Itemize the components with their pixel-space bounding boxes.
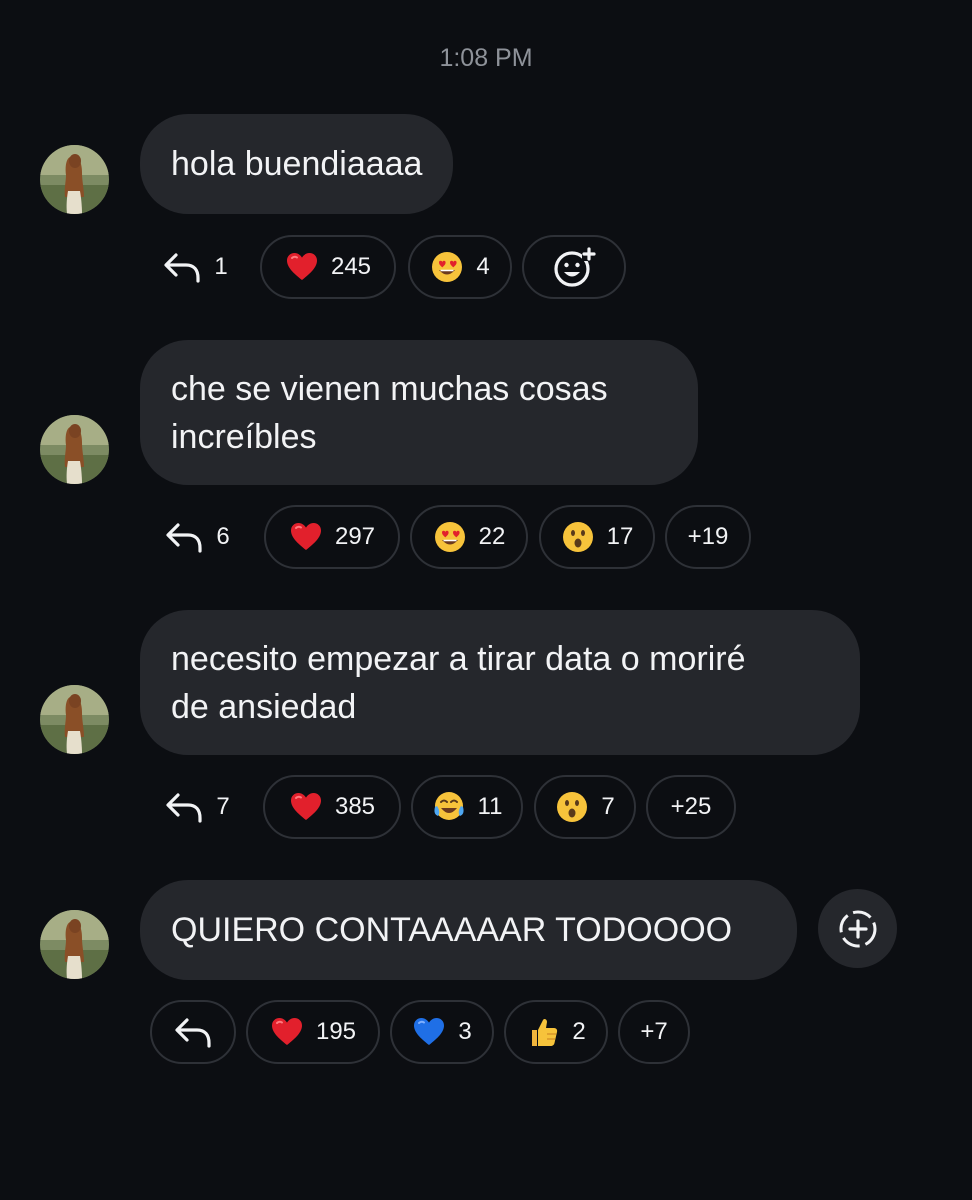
message-bubble[interactable]: hola buendiaaaa [140,114,454,214]
reaction-count: 2 [572,1018,586,1045]
heart-eyes-icon [430,250,464,284]
reply-icon [164,790,204,824]
more-reactions-count: +19 [687,523,729,550]
reply-count: 1 [214,253,228,280]
reaction-count: 297 [334,523,376,550]
reaction-chip[interactable]: 297 [264,505,400,569]
message-text: hola buendiaaaa [171,145,423,183]
reply-button[interactable] [150,1000,236,1064]
reply-count: 7 [216,793,230,820]
reaction-chip[interactable]: 7 [534,775,636,839]
more-reactions-chip[interactable]: +25 [646,775,736,839]
reply-button[interactable]: 6 [160,505,234,569]
red-heart-icon [289,520,323,554]
message-text: QUIERO CONTAAAAAR TODOOOO [171,911,733,949]
reply-button[interactable]: 1 [160,235,230,299]
reaction-count: 195 [315,1018,357,1045]
reply-icon [164,520,204,554]
red-heart-icon [285,250,319,284]
surprised-face-icon [561,520,595,554]
reaction-count: 11 [477,793,503,820]
reaction-count: 7 [601,793,615,820]
message-bubble[interactable]: QUIERO CONTAAAAAR TODOOOO [140,880,797,980]
reaction-count: 4 [476,253,490,280]
reaction-count: 3 [458,1018,472,1045]
thumbs-up-icon [526,1015,560,1049]
reaction-chip[interactable]: 17 [539,505,655,569]
blue-heart-icon [412,1015,446,1049]
add-reaction-circle-icon [836,907,880,951]
avatar[interactable] [40,145,109,214]
reaction-chip[interactable]: 245 [260,235,396,299]
reaction-chip[interactable]: 2 [504,1000,608,1064]
reaction-chip[interactable]: 3 [390,1000,494,1064]
reply-icon [173,1015,213,1049]
surprised-face-icon [555,790,589,824]
reaction-chip[interactable]: 195 [246,1000,380,1064]
reaction-chip[interactable]: 385 [263,775,401,839]
reaction-count: 22 [478,523,506,550]
message-bubble[interactable]: necesito empezar a tirar data o moriré d… [140,610,860,755]
add-reaction-button[interactable] [818,889,897,968]
avatar[interactable] [40,685,109,754]
message-bubble[interactable]: che se vienen muchas cosas increíbles [140,340,698,485]
reaction-chip[interactable]: 22 [410,505,528,569]
reaction-chip[interactable]: 11 [411,775,523,839]
reply-count: 6 [216,523,230,550]
reaction-chip[interactable]: 4 [408,235,512,299]
timestamp: 1:08 PM [439,44,533,72]
reply-icon [162,250,202,284]
reaction-count: 245 [330,253,372,280]
add-reaction-button[interactable] [522,235,626,299]
red-heart-icon [289,790,323,824]
avatar[interactable] [40,415,109,484]
more-reactions-chip[interactable]: +7 [618,1000,690,1064]
message-text: necesito empezar a tirar data o moriré d… [171,639,746,726]
heart-eyes-icon [433,520,467,554]
reply-button[interactable]: 7 [160,775,234,839]
more-reactions-chip[interactable]: +19 [665,505,751,569]
red-heart-icon [270,1015,304,1049]
avatar[interactable] [40,910,109,979]
chat-thread: 1:08 PM hola buendiaaaa 1 245 4 che se v… [0,0,972,1200]
reaction-count: 385 [334,793,376,820]
more-reactions-count: +7 [640,1018,668,1045]
tears-of-joy-icon [432,790,466,824]
message-text: che se vienen muchas cosas increíbles [171,369,608,456]
reaction-count: 17 [606,523,634,550]
more-reactions-count: +25 [670,793,712,820]
add-reaction-icon [552,245,596,289]
